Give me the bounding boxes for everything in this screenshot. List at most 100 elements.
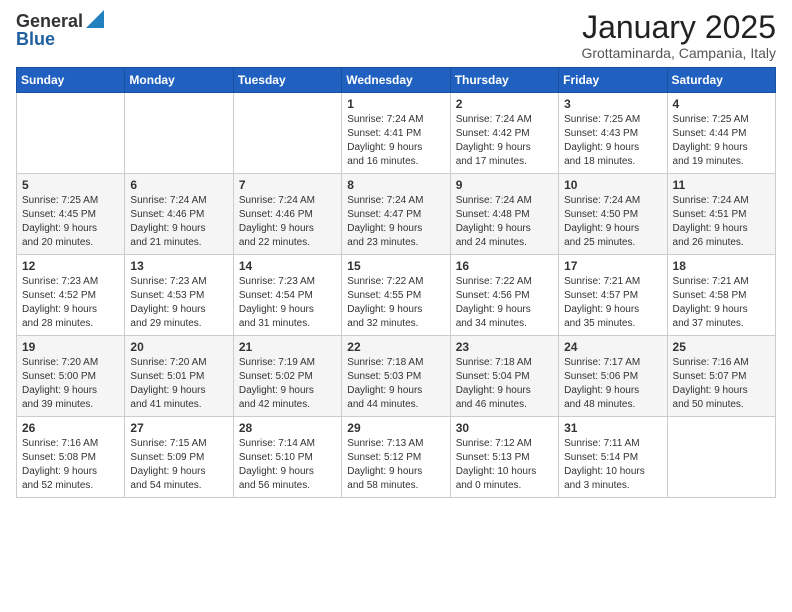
day-number: 6 xyxy=(130,178,227,192)
day-number: 31 xyxy=(564,421,661,435)
day-number: 5 xyxy=(22,178,119,192)
day-info: Sunrise: 7:22 AM Sunset: 4:55 PM Dayligh… xyxy=(347,275,444,331)
month-title: January 2025 xyxy=(581,10,776,45)
title-block: January 2025 Grottaminarda, Campania, It… xyxy=(581,10,776,61)
day-number: 21 xyxy=(239,340,336,354)
day-info: Sunrise: 7:18 AM Sunset: 5:04 PM Dayligh… xyxy=(456,356,553,412)
calendar-cell xyxy=(233,93,341,174)
day-number: 19 xyxy=(22,340,119,354)
day-number: 2 xyxy=(456,97,553,111)
week-row-1: 1Sunrise: 7:24 AM Sunset: 4:41 PM Daylig… xyxy=(17,93,776,174)
page: General Blue January 2025 Grottaminarda,… xyxy=(0,0,792,514)
day-number: 1 xyxy=(347,97,444,111)
calendar-cell: 25 Sunrise: 7:16 AM Sunset: 5:07 PM Dayli… xyxy=(667,336,775,417)
calendar-cell: 28 Sunrise: 7:14 AM Sunset: 5:10 PM Dayli… xyxy=(233,417,341,498)
day-info: Sunrise: 7:11 AM Sunset: 5:14 PM Dayligh… xyxy=(564,437,661,493)
calendar-cell: 5 Sunrise: 7:25 AM Sunset: 4:45 PM Daylig… xyxy=(17,174,125,255)
day-number: 9 xyxy=(456,178,553,192)
day-number: 30 xyxy=(456,421,553,435)
calendar-cell: 22 Sunrise: 7:18 AM Sunset: 5:03 PM Dayli… xyxy=(342,336,450,417)
day-info: Sunrise: 7:15 AM Sunset: 5:09 PM Dayligh… xyxy=(130,437,227,493)
day-info: Sunrise: 7:18 AM Sunset: 5:03 PM Dayligh… xyxy=(347,356,444,412)
day-number: 26 xyxy=(22,421,119,435)
day-info: Sunrise: 7:24 AM Sunset: 4:46 PM Dayligh… xyxy=(130,194,227,250)
calendar-cell: 27 Sunrise: 7:15 AM Sunset: 5:09 PM Dayli… xyxy=(125,417,233,498)
col-header-thursday: Thursday xyxy=(450,68,558,93)
col-header-tuesday: Tuesday xyxy=(233,68,341,93)
day-info: Sunrise: 7:23 AM Sunset: 4:53 PM Dayligh… xyxy=(130,275,227,331)
calendar-cell: 24Sunrise: 7:17 AM Sunset: 5:06 PM Dayli… xyxy=(559,336,667,417)
location: Grottaminarda, Campania, Italy xyxy=(581,45,776,61)
logo: General Blue xyxy=(16,10,104,50)
day-number: 23 xyxy=(456,340,553,354)
day-info: Sunrise: 7:14 AM Sunset: 5:10 PM Dayligh… xyxy=(239,437,336,493)
day-number: 28 xyxy=(239,421,336,435)
calendar-cell: 21Sunrise: 7:19 AM Sunset: 5:02 PM Dayli… xyxy=(233,336,341,417)
day-info: Sunrise: 7:20 AM Sunset: 5:01 PM Dayligh… xyxy=(130,356,227,412)
header: General Blue January 2025 Grottaminarda,… xyxy=(16,10,776,61)
day-info: Sunrise: 7:23 AM Sunset: 4:52 PM Dayligh… xyxy=(22,275,119,331)
day-info: Sunrise: 7:25 AM Sunset: 4:45 PM Dayligh… xyxy=(22,194,119,250)
calendar-cell: 14 Sunrise: 7:23 AM Sunset: 4:54 PM Dayli… xyxy=(233,255,341,336)
day-number: 12 xyxy=(22,259,119,273)
day-number: 7 xyxy=(239,178,336,192)
day-info: Sunrise: 7:17 AM Sunset: 5:06 PM Dayligh… xyxy=(564,356,661,412)
week-row-3: 12 Sunrise: 7:23 AM Sunset: 4:52 PM Dayli… xyxy=(17,255,776,336)
day-info: Sunrise: 7:24 AM Sunset: 4:51 PM Dayligh… xyxy=(673,194,770,250)
day-info: Sunrise: 7:21 AM Sunset: 4:58 PM Dayligh… xyxy=(673,275,770,331)
day-info: Sunrise: 7:24 AM Sunset: 4:47 PM Dayligh… xyxy=(347,194,444,250)
col-header-saturday: Saturday xyxy=(667,68,775,93)
calendar-cell: 4Sunrise: 7:25 AM Sunset: 4:44 PM Daylig… xyxy=(667,93,775,174)
logo-blue: Blue xyxy=(16,29,55,50)
day-number: 4 xyxy=(673,97,770,111)
day-info: Sunrise: 7:24 AM Sunset: 4:50 PM Dayligh… xyxy=(564,194,661,250)
calendar-cell xyxy=(125,93,233,174)
calendar-cell: 1Sunrise: 7:24 AM Sunset: 4:41 PM Daylig… xyxy=(342,93,450,174)
header-row: SundayMondayTuesdayWednesdayThursdayFrid… xyxy=(17,68,776,93)
day-number: 11 xyxy=(673,178,770,192)
day-number: 10 xyxy=(564,178,661,192)
calendar-cell: 16Sunrise: 7:22 AM Sunset: 4:56 PM Dayli… xyxy=(450,255,558,336)
col-header-sunday: Sunday xyxy=(17,68,125,93)
day-number: 22 xyxy=(347,340,444,354)
day-number: 14 xyxy=(239,259,336,273)
day-number: 18 xyxy=(673,259,770,273)
day-info: Sunrise: 7:13 AM Sunset: 5:12 PM Dayligh… xyxy=(347,437,444,493)
day-info: Sunrise: 7:21 AM Sunset: 4:57 PM Dayligh… xyxy=(564,275,661,331)
calendar-cell: 26 Sunrise: 7:16 AM Sunset: 5:08 PM Dayli… xyxy=(17,417,125,498)
calendar-cell: 13 Sunrise: 7:23 AM Sunset: 4:53 PM Dayli… xyxy=(125,255,233,336)
day-info: Sunrise: 7:16 AM Sunset: 5:08 PM Dayligh… xyxy=(22,437,119,493)
calendar-cell: 10 Sunrise: 7:24 AM Sunset: 4:50 PM Dayli… xyxy=(559,174,667,255)
calendar-cell: 20 Sunrise: 7:20 AM Sunset: 5:01 PM Dayli… xyxy=(125,336,233,417)
calendar-cell: 3 Sunrise: 7:25 AM Sunset: 4:43 PM Daylig… xyxy=(559,93,667,174)
calendar-cell: 31 Sunrise: 7:11 AM Sunset: 5:14 PM Dayli… xyxy=(559,417,667,498)
day-number: 27 xyxy=(130,421,227,435)
calendar-cell: 17 Sunrise: 7:21 AM Sunset: 4:57 PM Dayli… xyxy=(559,255,667,336)
day-number: 3 xyxy=(564,97,661,111)
calendar-table: SundayMondayTuesdayWednesdayThursdayFrid… xyxy=(16,67,776,498)
day-number: 25 xyxy=(673,340,770,354)
day-info: Sunrise: 7:23 AM Sunset: 4:54 PM Dayligh… xyxy=(239,275,336,331)
calendar-cell: 18 Sunrise: 7:21 AM Sunset: 4:58 PM Dayli… xyxy=(667,255,775,336)
day-info: Sunrise: 7:12 AM Sunset: 5:13 PM Dayligh… xyxy=(456,437,553,493)
day-number: 15 xyxy=(347,259,444,273)
calendar-cell: 7 Sunrise: 7:24 AM Sunset: 4:46 PM Daylig… xyxy=(233,174,341,255)
day-number: 16 xyxy=(456,259,553,273)
calendar-cell xyxy=(667,417,775,498)
calendar-cell: 9Sunrise: 7:24 AM Sunset: 4:48 PM Daylig… xyxy=(450,174,558,255)
day-info: Sunrise: 7:16 AM Sunset: 5:07 PM Dayligh… xyxy=(673,356,770,412)
calendar-cell: 23 Sunrise: 7:18 AM Sunset: 5:04 PM Dayli… xyxy=(450,336,558,417)
day-number: 17 xyxy=(564,259,661,273)
calendar-cell: 29Sunrise: 7:13 AM Sunset: 5:12 PM Dayli… xyxy=(342,417,450,498)
day-number: 13 xyxy=(130,259,227,273)
day-info: Sunrise: 7:24 AM Sunset: 4:46 PM Dayligh… xyxy=(239,194,336,250)
day-info: Sunrise: 7:20 AM Sunset: 5:00 PM Dayligh… xyxy=(22,356,119,412)
day-number: 20 xyxy=(130,340,227,354)
calendar-cell: 11 Sunrise: 7:24 AM Sunset: 4:51 PM Dayli… xyxy=(667,174,775,255)
week-row-4: 19 Sunrise: 7:20 AM Sunset: 5:00 PM Dayli… xyxy=(17,336,776,417)
day-info: Sunrise: 7:24 AM Sunset: 4:42 PM Dayligh… xyxy=(456,113,553,169)
calendar-cell: 19 Sunrise: 7:20 AM Sunset: 5:00 PM Dayli… xyxy=(17,336,125,417)
week-row-2: 5 Sunrise: 7:25 AM Sunset: 4:45 PM Daylig… xyxy=(17,174,776,255)
week-row-5: 26 Sunrise: 7:16 AM Sunset: 5:08 PM Dayli… xyxy=(17,417,776,498)
day-info: Sunrise: 7:25 AM Sunset: 4:43 PM Dayligh… xyxy=(564,113,661,169)
